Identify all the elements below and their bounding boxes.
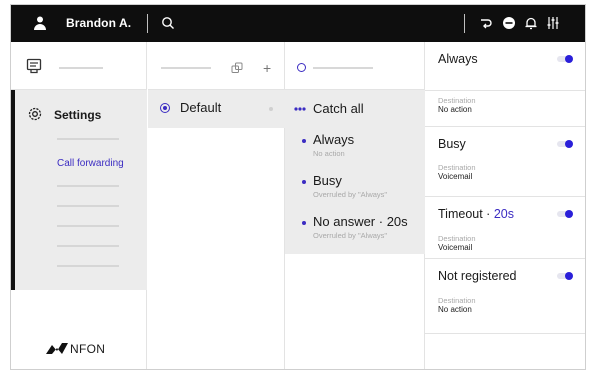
logo-text: NFON — [70, 342, 106, 356]
toggle-switch[interactable] — [557, 55, 575, 63]
settings-title[interactable]: Settings — [54, 108, 101, 122]
copy-icon[interactable] — [231, 62, 243, 74]
call-forwarding-link[interactable]: Call forwarding — [57, 158, 124, 169]
user-icon[interactable] — [33, 15, 47, 31]
app-window: Brandon A. Settings Call forwarding NFON… — [10, 4, 586, 370]
do-not-disturb-icon[interactable] — [502, 16, 516, 30]
menu-placeholder — [57, 138, 119, 140]
rule-title: No answer · 20s — [313, 214, 408, 229]
card-always-destination: Destination No action — [425, 91, 585, 127]
placeholder-line — [59, 67, 103, 69]
destination-value: No action — [438, 105, 472, 114]
card-name: Always — [438, 52, 478, 66]
search-icon[interactable] — [161, 16, 175, 30]
nfon-logo: NFON — [46, 341, 126, 357]
bullet-icon — [302, 180, 306, 184]
destination-value: Voicemail — [438, 172, 473, 181]
profiles-header: + — [148, 42, 285, 90]
menu-placeholder — [57, 245, 119, 247]
details-column: Always Destination No action Busy Destin… — [425, 42, 585, 369]
destination-label: Destination — [438, 296, 476, 305]
user-name[interactable]: Brandon A. — [66, 16, 131, 30]
divider — [147, 14, 148, 33]
toggle-switch[interactable] — [557, 210, 575, 218]
card-timeout[interactable]: Timeout · 20s Destination Voicemail — [425, 197, 585, 259]
destination-value: No action — [438, 305, 472, 314]
top-bar: Brandon A. — [11, 5, 585, 42]
destination-value: Voicemail — [438, 243, 473, 252]
toggle-switch[interactable] — [557, 272, 575, 280]
rules-panel: Catch all Always No action Busy Overrule… — [285, 90, 425, 254]
menu-placeholder — [57, 185, 119, 187]
settings-panel: Settings Call forwarding — [11, 90, 147, 290]
card-busy[interactable]: Busy Destination Voicemail — [425, 127, 585, 197]
sidebar-header — [11, 42, 147, 90]
dot-icon — [269, 107, 273, 111]
card-not-registered[interactable]: Not registered Destination No action — [425, 259, 585, 334]
profile-default[interactable]: Default — [148, 90, 285, 128]
sidebar: Settings Call forwarding NFON — [11, 42, 147, 369]
rule-title: Busy — [313, 173, 342, 188]
bullet-icon — [302, 221, 306, 225]
destination-label: Destination — [438, 234, 476, 243]
rules-header — [285, 42, 425, 90]
rule-subtitle: Overruled by "Always" — [313, 231, 388, 240]
gear-icon[interactable] — [27, 106, 43, 122]
card-always[interactable]: Always — [425, 42, 585, 91]
call-diversion-icon[interactable] — [479, 16, 493, 30]
toggle-switch[interactable] — [557, 140, 575, 148]
menu-placeholder — [57, 265, 119, 267]
add-icon[interactable]: + — [263, 61, 271, 75]
rule-title: Always — [313, 132, 355, 147]
catch-all-label[interactable]: Catch all — [313, 101, 364, 116]
circle-icon[interactable] — [297, 63, 306, 72]
menu-placeholder — [57, 225, 119, 227]
card-name: Timeout · 20s — [438, 207, 514, 221]
nfon-logo-mark — [46, 343, 68, 354]
placeholder-line — [161, 67, 211, 69]
bullet-icon — [302, 139, 306, 143]
rules-column: Catch all Always No action Busy Overrule… — [285, 42, 425, 369]
menu-placeholder — [57, 205, 119, 207]
divider — [464, 14, 465, 33]
radio-selected-icon[interactable] — [160, 103, 170, 113]
profile-label: Default — [180, 100, 222, 115]
placeholder-line — [313, 67, 373, 69]
destination-label: Destination — [438, 96, 476, 105]
card-name: Busy — [438, 137, 466, 151]
bell-icon[interactable] — [524, 16, 538, 30]
profiles-column: + Default — [148, 42, 285, 369]
card-name: Not registered — [438, 269, 517, 283]
rule-subtitle: Overruled by "Always" — [313, 190, 388, 199]
destination-label: Destination — [438, 163, 476, 172]
sliders-icon[interactable] — [546, 16, 560, 30]
rule-subtitle: No action — [313, 149, 345, 158]
catch-all-icon — [294, 107, 306, 111]
inbox-icon[interactable] — [26, 58, 42, 74]
